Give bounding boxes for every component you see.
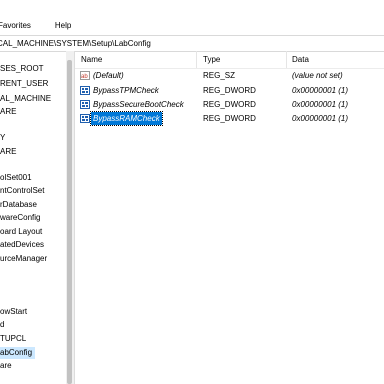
value-type: REG_DWORD xyxy=(203,114,256,123)
tree-item[interactable]: wareConfig xyxy=(0,212,40,224)
value-row[interactable]: ab (Default) REG_SZ (value not set) xyxy=(75,69,384,82)
column-divider[interactable] xyxy=(286,51,287,68)
tree-scrollbar-thumb[interactable] xyxy=(67,60,72,384)
menu-help[interactable]: Help xyxy=(53,21,73,30)
value-row[interactable]: BypassTPMCheck REG_DWORD 0x00000001 (1) xyxy=(75,84,384,97)
value-type: REG_DWORD xyxy=(203,86,256,95)
tree-item-selected[interactable]: abConfig xyxy=(0,347,36,359)
tree-item[interactable]: oard Layout xyxy=(0,226,42,238)
value-name[interactable]: BypassRAMCheck xyxy=(90,111,163,126)
value-type: REG_SZ xyxy=(203,71,236,80)
tree-item[interactable]: TUPCL xyxy=(0,333,26,345)
tree-item[interactable]: are xyxy=(0,360,12,372)
dword-value-icon xyxy=(80,86,90,95)
tree-item[interactable]: ntControlSet xyxy=(0,185,44,197)
address-path[interactable]: CAL_MACHINE\SYSTEM\Setup\LabConfig xyxy=(0,39,151,48)
tree-item[interactable]: Y xyxy=(0,132,5,144)
column-divider[interactable] xyxy=(196,51,197,68)
value-type: REG_DWORD xyxy=(203,100,256,109)
column-header-data[interactable]: Data xyxy=(292,55,309,64)
values-list: Name Type Data ab (Default) REG_SZ (value n… xyxy=(75,51,384,384)
dword-value-icon xyxy=(80,114,90,123)
tree-item[interactable]: AL_MACHINE xyxy=(0,93,51,105)
value-data: 0x00000001 (1) xyxy=(292,114,349,123)
value-data: (value not set) xyxy=(292,71,343,80)
value-data: 0x00000001 (1) xyxy=(292,86,349,95)
menu-bar: Favorites Help xyxy=(0,18,384,33)
list-header: Name Type Data xyxy=(75,51,384,69)
column-header-name[interactable]: Name xyxy=(81,55,102,64)
value-name[interactable]: BypassTPMCheck xyxy=(93,84,159,97)
column-header-type[interactable]: Type xyxy=(203,55,220,64)
string-value-icon: ab xyxy=(80,71,90,80)
tree-item[interactable]: d xyxy=(0,319,4,331)
svg-text:ab: ab xyxy=(81,74,88,80)
tree-item[interactable]: ARE xyxy=(0,106,16,118)
value-row[interactable]: BypassSecureBootCheck REG_DWORD 0x00000001… xyxy=(75,98,384,111)
dword-value-icon xyxy=(80,100,90,109)
address-bar[interactable]: CAL_MACHINE\SYSTEM\Setup\LabConfig xyxy=(0,35,384,52)
value-row[interactable]: BypassRAMCheck REG_DWORD 0x00000001 (1) xyxy=(75,111,384,126)
tree-item[interactable]: SES_ROOT xyxy=(0,63,44,75)
registry-tree: SES_ROOT RENT_USER AL_MACHINE ARE Y ARE olSet0… xyxy=(0,51,66,384)
tree-item[interactable]: atedDevices xyxy=(0,239,44,251)
tree-item[interactable]: urceManager xyxy=(0,253,47,265)
value-name[interactable]: (Default) xyxy=(93,69,124,82)
tree-item[interactable]: ARE xyxy=(0,146,16,158)
menu-favorites[interactable]: Favorites xyxy=(0,21,33,30)
tree-item[interactable]: RENT_USER xyxy=(0,78,48,90)
value-name[interactable]: BypassSecureBootCheck xyxy=(93,98,184,111)
tree-item[interactable]: rDatabase xyxy=(0,199,37,211)
tree-item[interactable]: olSet001 xyxy=(0,172,32,184)
tree-item[interactable]: owStart xyxy=(0,306,27,318)
value-data: 0x00000001 (1) xyxy=(292,100,349,109)
